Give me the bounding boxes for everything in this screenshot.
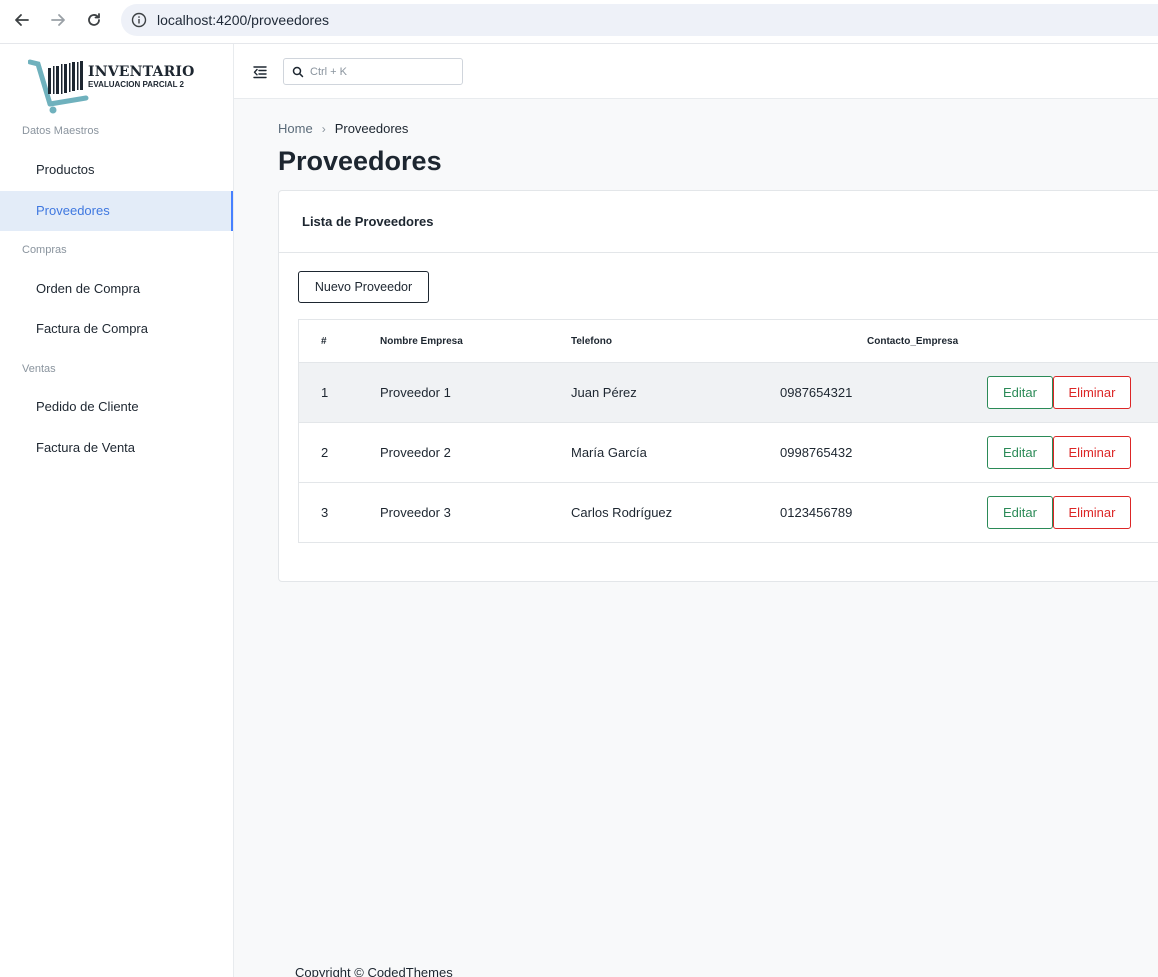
section-label-compras: Compras <box>22 244 67 256</box>
sidebar-item-proveedores[interactable]: Proveedores <box>0 191 233 231</box>
sidebar-item-factura-de-venta[interactable]: Factura de Venta <box>0 428 233 468</box>
cell-telefono: Juan Pérez <box>571 385 637 400</box>
breadcrumb-home-link[interactable]: Home <box>278 121 313 136</box>
breadcrumb-current: Proveedores <box>334 121 409 136</box>
brand-logo[interactable]: INVENTARIO EVALUACION PARCIAL 2 <box>28 58 198 114</box>
search-box[interactable] <box>283 58 463 85</box>
delete-button[interactable]: Eliminar <box>1053 496 1131 529</box>
search-input[interactable] <box>310 63 458 81</box>
sidebar-item-orden-de-compra[interactable]: Orden de Compra <box>0 269 233 309</box>
site-info-icon[interactable] <box>131 12 147 28</box>
edit-button[interactable]: Editar <box>987 376 1053 409</box>
cell-number: 1 <box>321 385 329 400</box>
cell-nombre-empresa: Proveedor 1 <box>380 385 451 400</box>
brand-title: INVENTARIO <box>88 64 195 80</box>
table-row: 2 Proveedor 2 María García 0998765432 Ed… <box>299 423 1158 483</box>
sidebar-item-label: Productos <box>36 162 95 177</box>
forward-arrow-icon[interactable] <box>48 10 68 30</box>
table-row: 3 Proveedor 3 Carlos Rodríguez 012345678… <box>299 483 1158 543</box>
brand-subtitle: EVALUACION PARCIAL 2 <box>88 80 185 89</box>
sidebar-item-label: Proveedores <box>36 203 110 218</box>
edit-button[interactable]: Editar <box>987 436 1053 469</box>
breadcrumb-chevron-icon: › <box>321 121 326 136</box>
cell-number: 3 <box>321 505 329 520</box>
back-arrow-icon[interactable] <box>12 10 32 30</box>
edit-button[interactable]: Editar <box>987 496 1053 529</box>
cell-telefono: Carlos Rodríguez <box>571 505 673 520</box>
sidebar-item-label: Orden de Compra <box>36 281 141 296</box>
cell-nombre-empresa: Proveedor 3 <box>380 505 451 520</box>
card-header: Lista de Proveedores <box>279 191 1158 253</box>
top-header <box>234 44 1158 99</box>
delete-button[interactable]: Eliminar <box>1053 436 1131 469</box>
table-row: 1 Proveedor 1 Juan Pérez 0987654321 Edit… <box>299 363 1158 423</box>
browser-toolbar: localhost:4200/proveedores <box>0 0 1158 40</box>
delete-button[interactable]: Eliminar <box>1053 376 1131 409</box>
address-bar[interactable]: localhost:4200/proveedores <box>121 4 1158 36</box>
url-text: localhost:4200/proveedores <box>157 12 330 28</box>
cell-contacto-empresa: 0987654321 <box>780 385 853 400</box>
sidebar-item-label: Factura de Venta <box>36 440 136 455</box>
cell-contacto-empresa: 0998765432 <box>780 445 853 460</box>
reload-icon[interactable] <box>84 10 104 30</box>
column-header-number: # <box>321 336 327 347</box>
sidebar-toggle-icon[interactable] <box>252 64 268 80</box>
page-title: Proveedores <box>278 146 442 176</box>
cell-nombre-empresa: Proveedor 2 <box>380 445 451 460</box>
breadcrumb: Home › Proveedores <box>278 121 408 136</box>
footer-copyright: Copyright © CodedThemes <box>295 965 453 977</box>
sidebar-item-factura-de-compra[interactable]: Factura de Compra <box>0 309 233 349</box>
cell-number: 2 <box>321 445 329 460</box>
card-title: Lista de Proveedores <box>302 214 434 229</box>
suppliers-table: # Nombre Empresa Telefono Contacto_Empre… <box>298 319 1158 543</box>
sidebar-item-label: Factura de Compra <box>36 321 148 336</box>
column-header-nombre-empresa: Nombre Empresa <box>380 336 463 347</box>
main-content: Home › Proveedores Proveedores Lista de … <box>234 99 1158 977</box>
column-header-telefono: Telefono <box>571 336 612 347</box>
column-header-contacto-empresa: Contacto_Empresa <box>867 336 959 347</box>
section-label-datos-maestros: Datos Maestros <box>22 125 100 137</box>
sidebar: INVENTARIO EVALUACION PARCIAL 2 Datos Ma… <box>0 44 234 977</box>
sidebar-item-pedido-de-cliente[interactable]: Pedido de Cliente <box>0 387 233 427</box>
cell-telefono: María García <box>571 445 647 460</box>
cell-contacto-empresa: 0123456789 <box>780 505 853 520</box>
section-label-ventas: Ventas <box>22 363 56 375</box>
cart-barcode-logo-icon <box>28 59 89 114</box>
table-header: # Nombre Empresa Telefono Contacto_Empre… <box>299 320 1158 363</box>
sidebar-item-productos[interactable]: Productos <box>0 150 233 190</box>
sidebar-item-label: Pedido de Cliente <box>36 399 139 414</box>
new-supplier-button[interactable]: Nuevo Proveedor <box>298 271 429 303</box>
search-icon <box>292 65 304 78</box>
proveedores-card: Lista de Proveedores Nuevo Proveedor # N… <box>278 190 1158 582</box>
